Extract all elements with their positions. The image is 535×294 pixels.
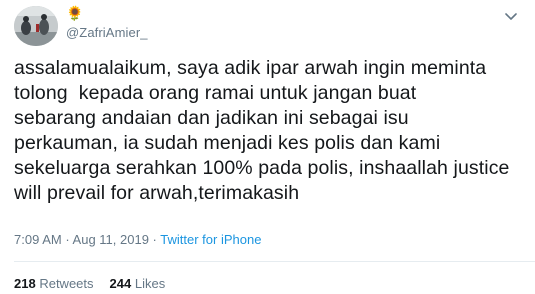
user-info: 🌻 @ZafriAmier_ [66, 6, 148, 40]
meta-separator: · [61, 232, 73, 247]
retweets-count: 218 [14, 276, 36, 291]
tweet-source-link[interactable]: Twitter for iPhone [160, 232, 261, 247]
tweet-date[interactable]: Aug 11, 2019 [73, 232, 149, 247]
likes-label: Likes [134, 276, 166, 291]
likes-stat[interactable]: 244 Likes [110, 276, 166, 291]
likes-count: 244 [109, 276, 132, 291]
tweet-meta: 7:09 AM · Aug 11, 2019 · Twitter for iPh… [14, 232, 261, 247]
divider [14, 261, 535, 262]
tweet-header: 🌻 @ZafriAmier_ [14, 6, 521, 46]
tweet-time[interactable]: 7:09 AM [14, 232, 62, 247]
retweets-label: Retweets [39, 276, 94, 291]
tweet-stats: 218 Retweets 244 Likes [14, 276, 181, 291]
retweets-stat[interactable]: 218 Retweets [14, 276, 94, 291]
meta-separator: · [148, 232, 161, 247]
avatar[interactable] [14, 6, 58, 46]
avatar-photo [14, 6, 58, 46]
chevron-down-icon[interactable] [503, 10, 519, 22]
user-handle[interactable]: @ZafriAmier_ [66, 25, 148, 40]
tweet-card: 🌻 @ZafriAmier_ assalamualaikum, saya adi… [0, 0, 535, 294]
sunflower-icon: 🌻 [66, 5, 84, 21]
tweet-text: assalamualaikum, saya adik ipar arwah in… [14, 57, 510, 204]
